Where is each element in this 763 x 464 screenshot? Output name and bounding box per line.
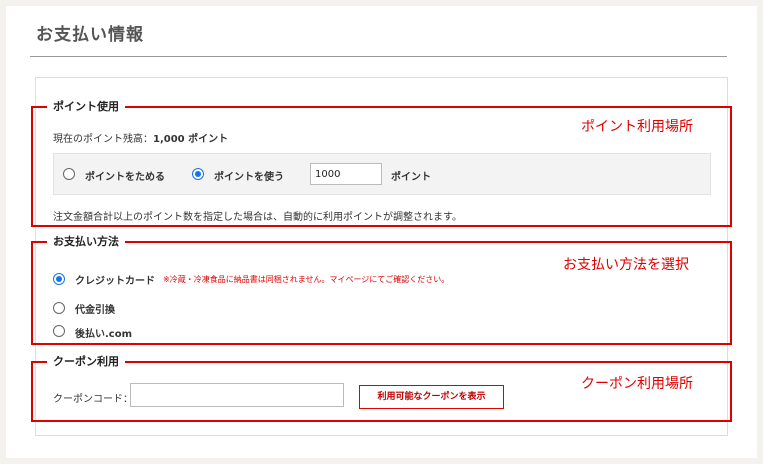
radio-save-points[interactable] [63,168,75,180]
coupon-code-label: クーポンコード： [53,394,133,405]
point-balance-value: 1,000 ポイント [153,134,229,145]
points-unit-label: ポイント [391,172,431,183]
coupon-section-title: クーポン利用 [47,354,125,370]
point-balance: 現在のポイント残高：1,000 ポイント [53,130,228,145]
credit-card-note: ※冷蔵・冷凍食品に納品書は同梱されません。マイページにてご確認ください。 [163,275,450,284]
radio-save-points-label[interactable]: ポイントをためる [85,168,165,183]
radio-deferred-payment-label[interactable]: 後払い.com [75,325,132,340]
point-options-panel: ポイントをためる ポイントを使う ポイント [53,153,711,195]
radio-use-points-label[interactable]: ポイントを使う [214,168,284,183]
radio-use-points[interactable] [192,168,204,180]
point-balance-label: 現在のポイント残高： [53,134,153,145]
radio-credit-card[interactable] [53,273,65,285]
payment-section-title: お支払い方法 [47,234,125,250]
coupon-annotation: クーポン利用場所 [581,376,693,392]
points-annotation: ポイント利用場所 [581,119,693,135]
points-adjust-note: 注文金額合計以上のポイント数を指定した場合は、自動的に利用ポイントが調整されます… [53,212,462,223]
show-available-coupons-button[interactable]: 利用可能なクーポンを表示 [359,385,504,409]
points-section: ポイント使用 ポイント利用場所 現在のポイント残高：1,000 ポイント ポイン… [31,99,732,227]
radio-cash-on-delivery[interactable] [53,302,65,314]
radio-credit-card-label[interactable]: クレジットカード [75,272,155,287]
payment-annotation: お支払い方法を選択 [563,257,689,273]
radio-cash-on-delivery-label[interactable]: 代金引換 [75,301,115,316]
points-amount-input[interactable] [310,163,382,185]
radio-deferred-payment[interactable] [53,325,65,337]
coupon-code-input[interactable] [130,383,344,407]
points-section-title: ポイント使用 [47,99,125,115]
page-title: お支払い情報 [36,25,144,45]
payment-section: お支払い方法 お支払い方法を選択 クレジットカード ※冷蔵・冷凍食品に納品書は同… [31,234,732,345]
coupon-section: クーポン利用 クーポン利用場所 クーポンコード： 利用可能なクーポンを表示 [31,354,732,422]
title-divider [30,56,727,57]
